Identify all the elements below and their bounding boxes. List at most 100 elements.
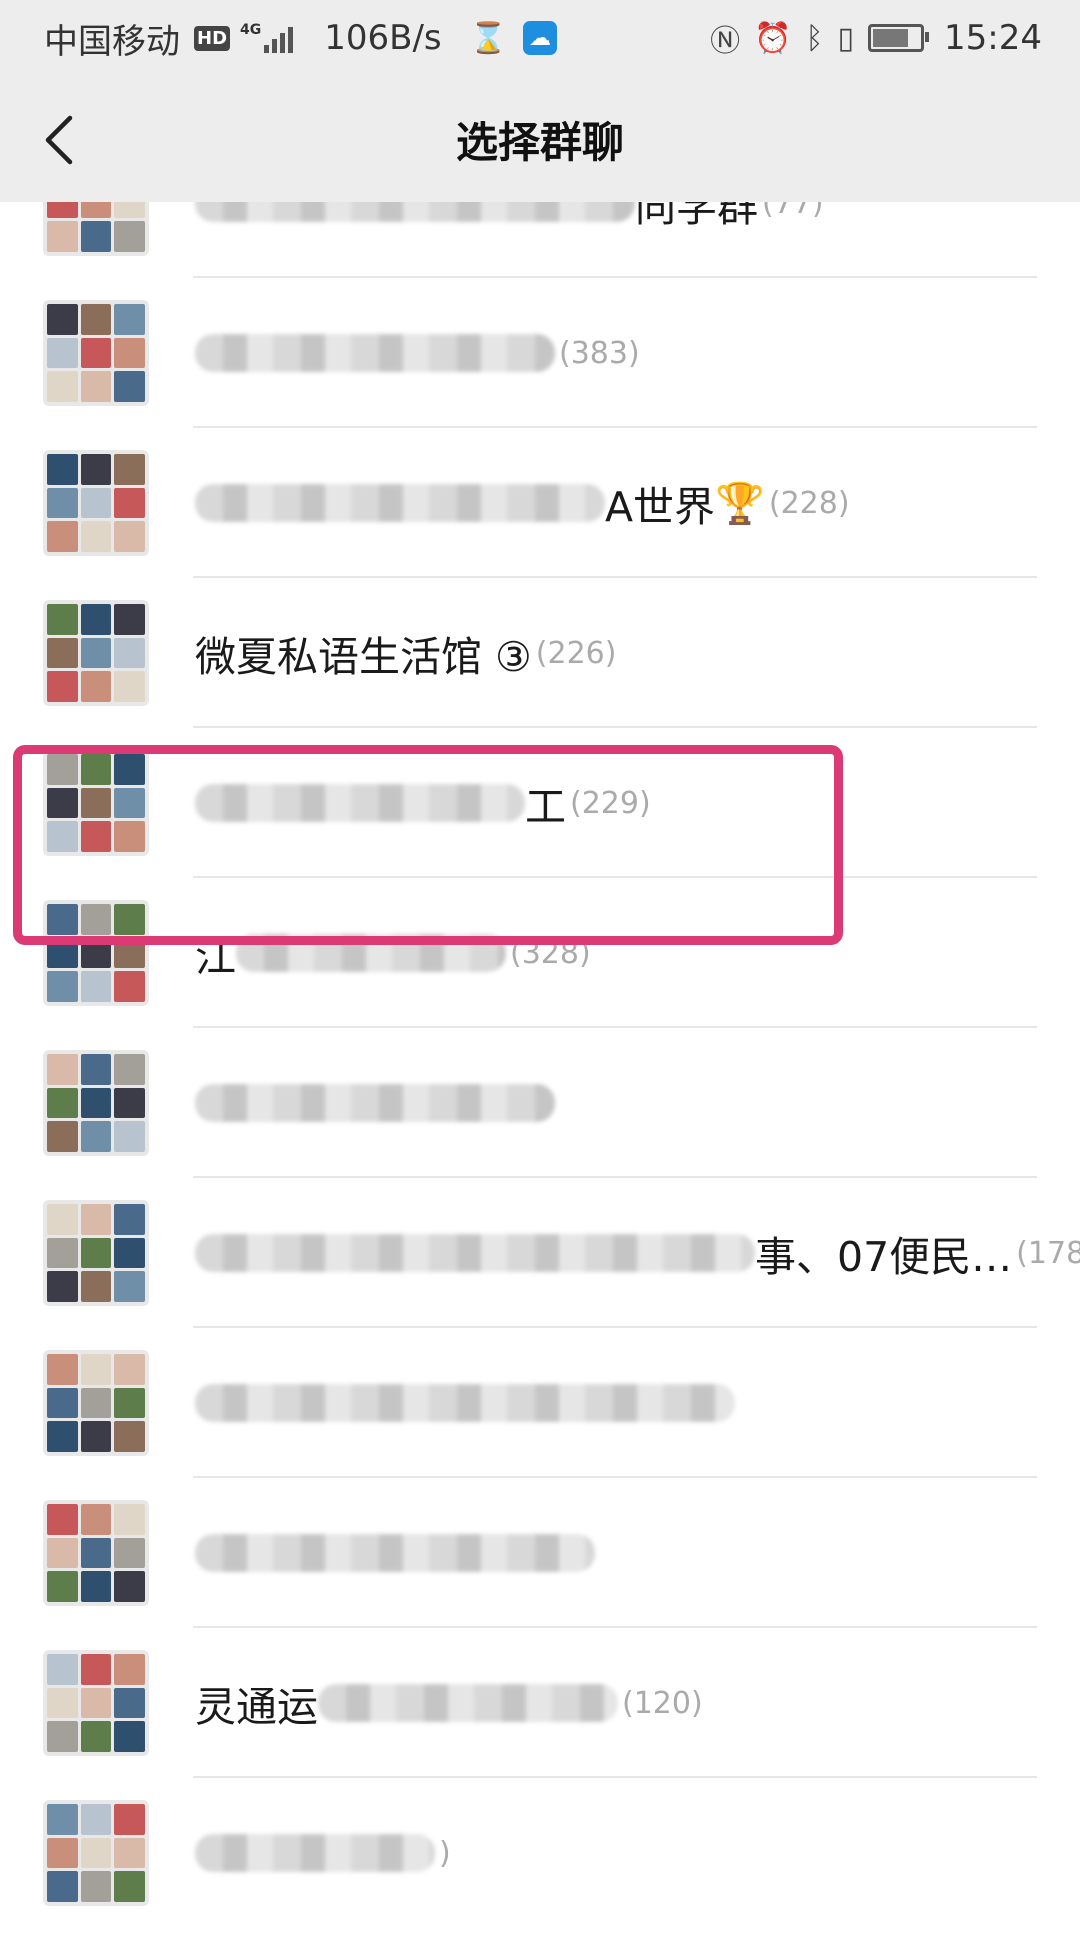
list-item[interactable]: )	[0, 1778, 1080, 1928]
avatar-tile	[114, 1871, 145, 1902]
list-item[interactable]: (383)	[0, 278, 1080, 428]
avatar-tile	[114, 1687, 145, 1719]
group-avatar	[43, 1350, 149, 1456]
avatar-tile	[114, 1054, 145, 1085]
avatar-tile	[80, 1054, 112, 1085]
avatar-tile	[114, 1837, 145, 1869]
group-name: 事、07便民…	[755, 1233, 1013, 1281]
avatar-tile	[114, 1387, 145, 1419]
list-item[interactable]: A世界 🏆 (228)	[0, 428, 1080, 578]
avatar-tile	[80, 1204, 112, 1235]
list-item[interactable]	[0, 1028, 1080, 1178]
list-item[interactable]: 灵通运 (120)	[0, 1628, 1080, 1778]
avatar-tile	[47, 202, 78, 219]
group-avatar	[43, 300, 149, 406]
avatar-tile	[47, 521, 78, 552]
avatar-tile	[114, 1654, 145, 1685]
avatar-tile	[114, 1421, 145, 1452]
avatar-tile	[47, 1537, 78, 1569]
group-name: 灵通运	[195, 1683, 318, 1731]
member-count: (228)	[768, 485, 850, 521]
signal-icon: 4G	[240, 23, 296, 53]
avatar-tile	[80, 671, 112, 702]
group-avatar	[43, 1200, 149, 1306]
avatar-tile	[47, 304, 78, 335]
list-item[interactable]	[0, 1478, 1080, 1628]
avatar-tile	[80, 1087, 112, 1119]
avatar-tile	[47, 454, 78, 485]
network-speed: 106B/s	[324, 18, 442, 58]
list-item[interactable]: 事、07便民…(178)	[0, 1178, 1080, 1328]
avatar-tile	[47, 1687, 78, 1719]
member-count: (178)	[1016, 1235, 1080, 1271]
group-name: 同学群	[635, 202, 758, 231]
avatar-tile	[47, 1421, 78, 1452]
avatar-tile	[80, 1687, 112, 1719]
avatar-tile	[47, 637, 78, 669]
avatar-tile	[80, 1837, 112, 1869]
member-count: (120)	[622, 1685, 703, 1721]
page-title: 选择群聊	[455, 117, 624, 167]
avatar-tile	[80, 1121, 112, 1152]
avatar-tile	[80, 521, 112, 552]
avatar-tile	[80, 371, 112, 402]
avatar-tile	[114, 1504, 145, 1535]
list-item[interactable]: 同学群 (77)	[0, 202, 1080, 278]
avatar-tile	[114, 1271, 145, 1302]
avatar-tile	[80, 637, 112, 669]
avatar-tile	[47, 1804, 78, 1835]
avatar-tile	[47, 1121, 78, 1152]
member-count: (226)	[535, 635, 617, 671]
battery-icon	[868, 24, 930, 52]
avatar-tile	[80, 971, 112, 1002]
avatar-tile	[114, 454, 145, 485]
carrier-label: 中国移动	[44, 21, 180, 62]
weather-icon: ☁	[523, 21, 557, 55]
avatar-tile	[47, 1721, 78, 1752]
avatar-tile	[47, 671, 78, 702]
avatar-tile	[47, 221, 78, 252]
avatar-tile	[80, 1721, 112, 1752]
avatar-tile	[47, 371, 78, 402]
avatar-tile	[47, 1871, 78, 1902]
avatar-tile	[47, 1571, 78, 1602]
group-chat-list: 同学群 (77) (383) A世界 🏆 (228) 微夏私语生活馆 ③ (226) 工…	[0, 202, 1080, 1944]
avatar-tile	[80, 1504, 112, 1535]
avatar-tile	[114, 1721, 145, 1752]
avatar-tile	[80, 202, 112, 219]
nav-bar: 选择群聊	[0, 76, 1080, 202]
avatar-tile	[114, 1804, 145, 1835]
avatar-tile	[80, 1271, 112, 1302]
avatar-tile	[80, 604, 112, 635]
group-avatar	[43, 202, 149, 256]
avatar-tile	[114, 1354, 145, 1385]
group-name: A世界	[605, 483, 716, 531]
group-avatar	[43, 1800, 149, 1906]
avatar-tile	[114, 604, 145, 635]
hourglass-icon: ⌛	[469, 20, 507, 56]
avatar-tile	[80, 1421, 112, 1452]
avatar-tile	[80, 1804, 112, 1835]
hd-badge: HD	[194, 25, 231, 51]
avatar-tile	[47, 1204, 78, 1235]
avatar-tile	[47, 1237, 78, 1269]
avatar-tile	[80, 1237, 112, 1269]
avatar-tile	[114, 1571, 145, 1602]
avatar-tile	[47, 1087, 78, 1119]
avatar-tile	[114, 487, 145, 519]
avatar-tile	[80, 304, 112, 335]
clock: 15:24	[944, 18, 1042, 58]
avatar-tile	[114, 221, 145, 252]
avatar-tile	[114, 337, 145, 369]
list-item-selected[interactable]: 微夏私语生活馆 ③ (226)	[0, 578, 1080, 728]
avatar-tile	[47, 337, 78, 369]
avatar-tile	[47, 1504, 78, 1535]
selection-highlight-box	[13, 745, 843, 945]
group-name: 微夏私语生活馆 ③	[195, 633, 532, 681]
back-arrow-icon[interactable]	[36, 112, 86, 168]
avatar-tile	[80, 1654, 112, 1685]
list-item[interactable]	[0, 1328, 1080, 1478]
avatar-tile	[47, 1387, 78, 1419]
avatar-tile	[114, 371, 145, 402]
alarm-icon: ⏰	[754, 20, 792, 56]
